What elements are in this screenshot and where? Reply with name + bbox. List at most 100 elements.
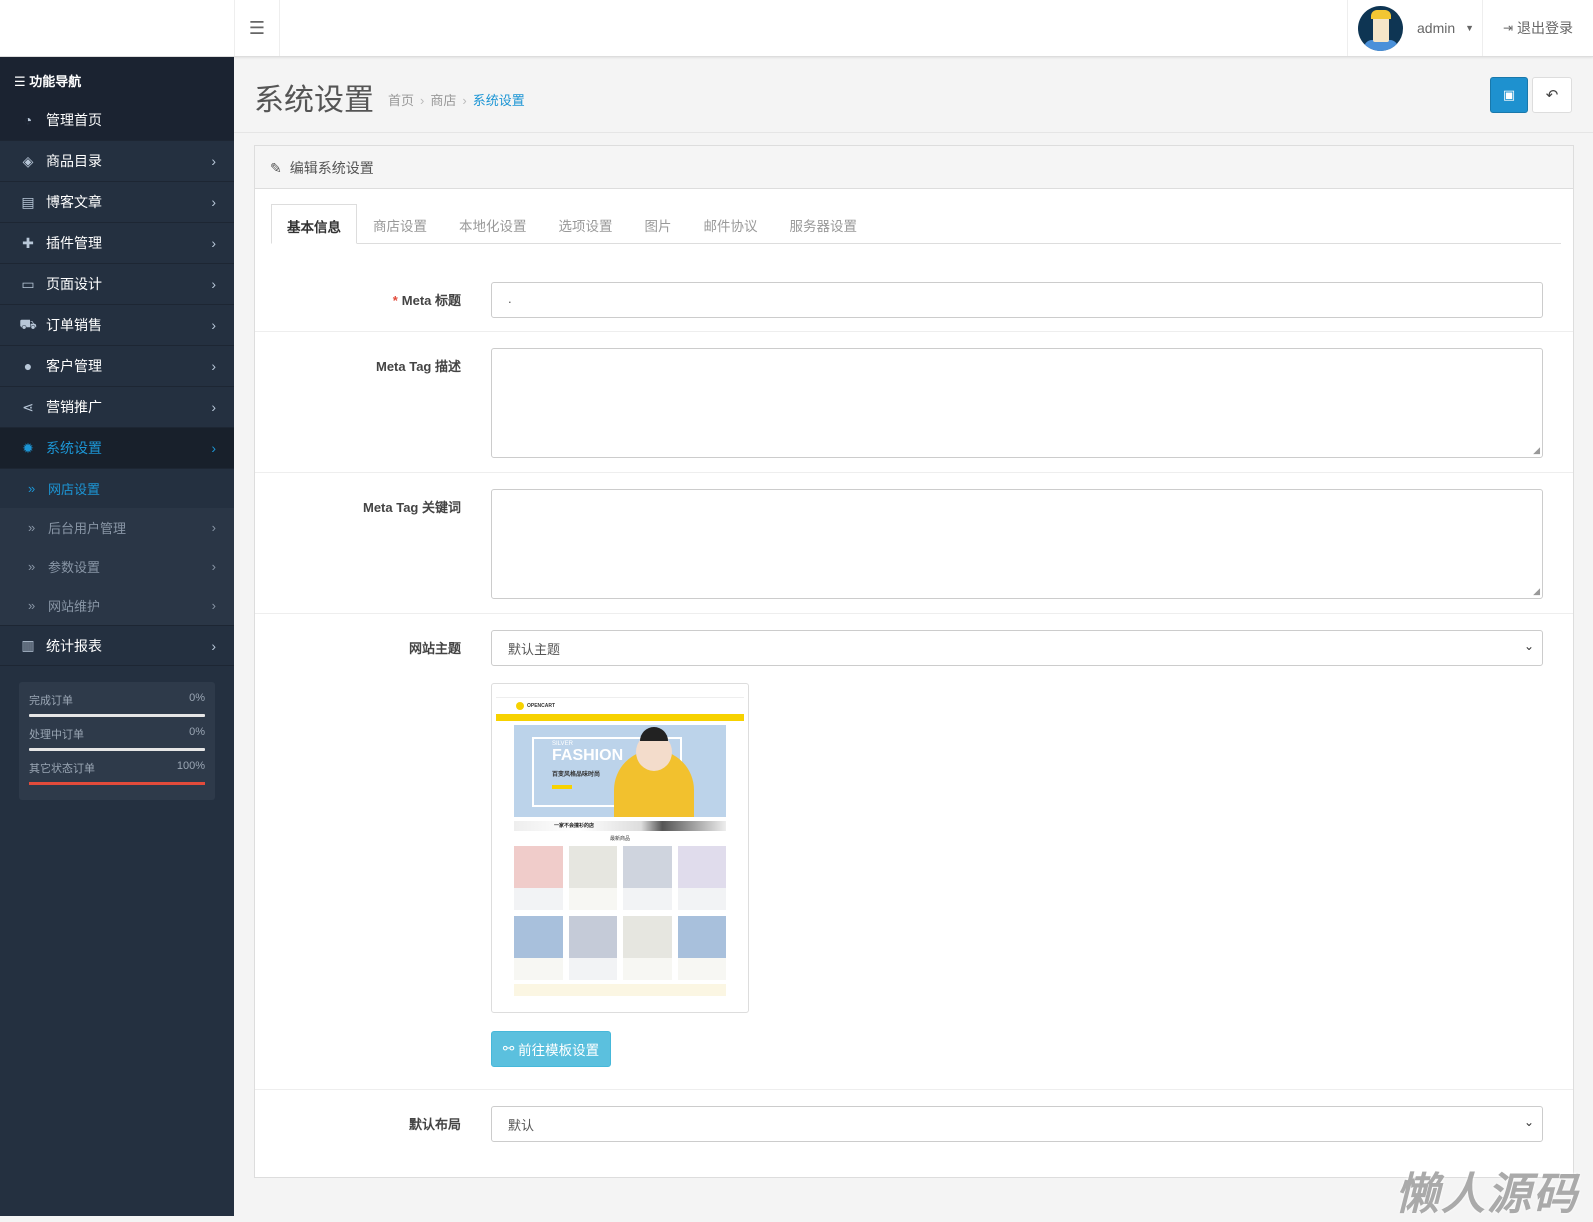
reply-icon: ↶ (1545, 87, 1559, 104)
stat-value: 0% (189, 692, 205, 704)
watermark-logo: 懒人源码 (1395, 1170, 1579, 1219)
breadcrumb-store[interactable]: 商店 (430, 93, 456, 108)
double-chevron-icon: » (28, 598, 36, 613)
double-chevron-icon: » (28, 481, 36, 496)
sidebar-item-system[interactable]: ✹ 系统设置 › (0, 428, 234, 469)
sidebar: ☰ 功能导航 ◔ 管理首页 ◈ 商品目录 › ▤ 博客文章 › ✚ 插件管理 › ▭ 页面设计 ›… (0, 57, 234, 1216)
theme-label: 网站主题 (408, 641, 461, 656)
sidebar-item-marketing[interactable]: ⋖ 营销推广 › (0, 387, 234, 428)
layout-label: 默认布局 (408, 1117, 461, 1132)
chevron-right-icon: › (211, 235, 216, 251)
chevron-right-icon: › (211, 153, 216, 169)
chevron-right-icon: › (211, 358, 216, 374)
back-button[interactable]: ↶ (1532, 77, 1572, 113)
order-stats: 完成订单 0% 处理中订单 0% 其它状态订单 100% (19, 682, 215, 800)
sidebar-item-reports[interactable]: ▥ 统计报表 › (0, 625, 234, 666)
button-label: 前往模板设置 (518, 1043, 600, 1058)
label: 系统设置 (46, 440, 102, 456)
sign-out-icon: ⇥ (1502, 21, 1514, 35)
dashboard-icon: ◔ (23, 112, 33, 128)
tab-server[interactable]: 服务器设置 (774, 204, 874, 243)
sidebar-item-design[interactable]: ▭ 页面设计 › (0, 264, 234, 305)
meta-keywords-label: Meta Tag 关键词 (363, 500, 461, 515)
sidebar-subitem-maintenance[interactable]: » 网站维护 › (0, 586, 234, 625)
panel-heading: ✎ 编辑系统设置 (255, 146, 1573, 189)
user-name: admin (1417, 20, 1456, 36)
sidebar-subitem-store-settings[interactable]: » 网店设置 (0, 469, 234, 508)
label: 商品目录 (46, 153, 102, 169)
tab-mail[interactable]: 邮件协议 (688, 204, 774, 243)
logout-label: 退出登录 (1517, 20, 1574, 36)
theme-row: 网站主题 默认主题 ⌄ OPENCART SILVER FASHION 百变风格品… (255, 614, 1573, 1090)
meta-desc-label: Meta Tag 描述 (376, 359, 461, 374)
cart-icon: ⛟ (19, 315, 37, 332)
puzzle-icon: ✚ (22, 234, 34, 251)
sidebar-item-blog[interactable]: ▤ 博客文章 › (0, 182, 234, 223)
progress-bar (29, 714, 205, 717)
sidebar-item-extensions[interactable]: ✚ 插件管理 › (0, 223, 234, 264)
sidebar-toggle-button[interactable]: ☰ (234, 0, 280, 56)
meta-title-row: * Meta 标题 . (255, 266, 1573, 332)
chevron-right-icon: › (211, 317, 216, 333)
theme-preview-image: OPENCART SILVER FASHION 百变风格品味时尚 一家不会撞衫的… (491, 683, 749, 1013)
chevron-right-icon: › (211, 399, 216, 415)
sidebar-item-catalog[interactable]: ◈ 商品目录 › (0, 141, 234, 182)
sidebar-item-dashboard[interactable]: ◔ 管理首页 (0, 100, 234, 141)
tab-option[interactable]: 选项设置 (543, 204, 629, 243)
tab-local[interactable]: 本地化设置 (443, 204, 543, 243)
tab-general[interactable]: 基本信息 (271, 204, 357, 244)
stat-value: 0% (189, 726, 205, 738)
label: 订单销售 (46, 317, 102, 333)
progress-bar (29, 782, 205, 785)
chevron-down-icon: ⌄ (1523, 1115, 1534, 1129)
stat-complete: 完成订单 0% (29, 692, 205, 717)
panel-title: 编辑系统设置 (289, 160, 374, 176)
breadcrumb-current[interactable]: 系统设置 (473, 93, 525, 108)
label: 插件管理 (46, 235, 102, 251)
settings-panel: ✎ 编辑系统设置 基本信息 商店设置 本地化设置 选项设置 图片 邮件协议 服务器… (254, 145, 1574, 1178)
stat-processing: 处理中订单 0% (29, 726, 205, 751)
label: 管理首页 (46, 112, 102, 128)
label: 参数设置 (48, 560, 101, 575)
chevron-right-icon: › (211, 276, 216, 292)
bar-chart-icon: ▥ (21, 637, 35, 653)
theme-select[interactable]: 默认主题 ⌄ (491, 630, 1543, 666)
meta-title-input[interactable]: . (491, 282, 1543, 318)
desktop-icon: ▭ (21, 275, 35, 292)
meta-desc-row: Meta Tag 描述 ◢ (255, 332, 1573, 473)
tags-icon: ◈ (22, 152, 34, 169)
layout-row: 默认布局 默认 ⌄ (255, 1090, 1573, 1170)
pencil-icon: ✎ (270, 160, 282, 176)
sidebar-item-sales[interactable]: ⛟ 订单销售 › (0, 305, 234, 346)
user-menu[interactable]: admin ▼ (1347, 0, 1482, 56)
chevron-right-icon: › (211, 440, 216, 456)
share-icon: ⋖ (22, 398, 34, 415)
bars-icon: ☰ (248, 17, 266, 38)
layout-select[interactable]: 默认 ⌄ (491, 1106, 1543, 1142)
label: 客户管理 (46, 358, 102, 374)
sidebar-item-customers[interactable]: ● 客户管理 › (0, 346, 234, 387)
link-icon: ⚯ (502, 1041, 515, 1056)
tab-image[interactable]: 图片 (629, 204, 688, 243)
caret-down-icon: ▼ (1465, 23, 1475, 33)
progress-bar (29, 748, 205, 751)
sidebar-subitem-admin-users[interactable]: » 后台用户管理 › (0, 508, 234, 547)
label: 网站维护 (48, 599, 101, 614)
tab-store[interactable]: 商店设置 (357, 204, 443, 243)
double-chevron-icon: » (28, 559, 36, 574)
breadcrumb-home[interactable]: 首页 (388, 93, 414, 108)
meta-title-label: * Meta 标题 (392, 293, 461, 308)
go-template-settings-button[interactable]: ⚯ 前往模板设置 (491, 1031, 611, 1067)
meta-keywords-textarea[interactable]: ◢ (491, 489, 1543, 599)
sidebar-subitem-parameters[interactable]: » 参数设置 › (0, 547, 234, 586)
label: 网店设置 (48, 482, 101, 497)
double-chevron-icon: » (28, 520, 36, 535)
logout-button[interactable]: ⇥ 退出登录 (1482, 0, 1593, 56)
label: 页面设计 (46, 276, 102, 292)
page-title: 系统设置 (254, 84, 374, 117)
meta-desc-textarea[interactable]: ◢ (491, 348, 1543, 458)
top-header: ☰ admin ▼ ⇥ 退出登录 (0, 0, 1593, 57)
settings-tabs: 基本信息 商店设置 本地化设置 选项设置 图片 邮件协议 服务器设置 (271, 204, 1561, 244)
stat-other: 其它状态订单 100% (29, 760, 205, 785)
save-button[interactable]: ▣ (1490, 77, 1528, 113)
